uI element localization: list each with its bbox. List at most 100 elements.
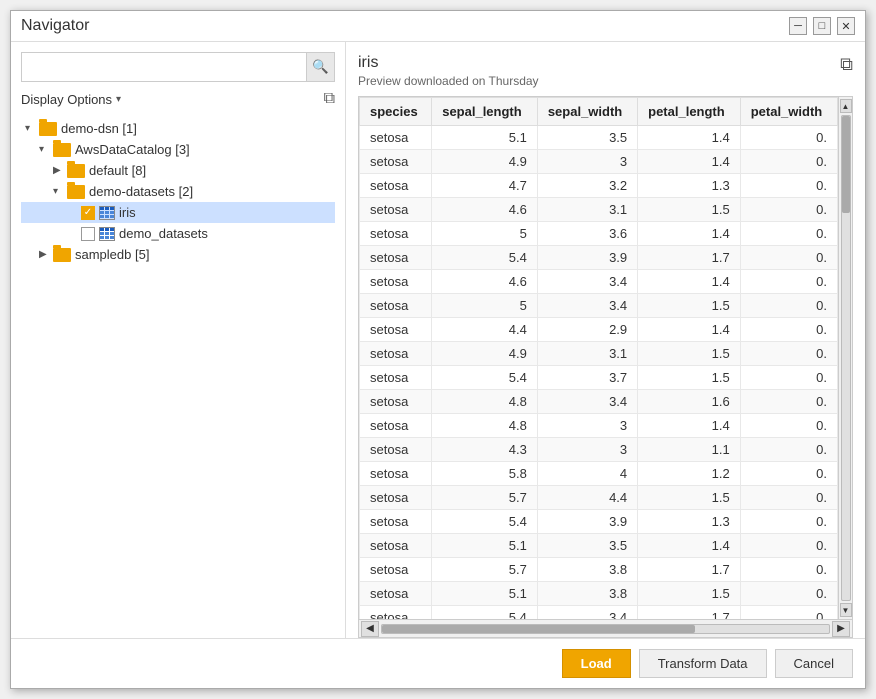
folder-icon — [53, 248, 71, 262]
table-row[interactable]: setosa5.841.20. — [360, 462, 838, 486]
display-options-button[interactable]: Display Options ▾ — [21, 92, 121, 107]
table-row[interactable]: setosa5.43.91.30. — [360, 510, 838, 534]
vertical-scrollbar[interactable]: ▲ ▼ — [838, 97, 852, 619]
table-row[interactable]: setosa4.331.10. — [360, 438, 838, 462]
scroll-up-arrow[interactable]: ▲ — [840, 99, 852, 113]
close-button[interactable]: ✕ — [837, 17, 855, 35]
table-cell: 3.4 — [537, 270, 637, 294]
table-cell: 1.7 — [638, 606, 741, 620]
demo-datasets-checkbox[interactable] — [81, 227, 95, 241]
preview-title: iris — [358, 54, 539, 72]
table-cell: 1.5 — [638, 342, 741, 366]
cancel-button[interactable]: Cancel — [775, 649, 853, 678]
table-cell: 0. — [740, 318, 837, 342]
table-header-row: speciessepal_lengthsepal_widthpetal_leng… — [360, 98, 838, 126]
table-row[interactable]: setosa53.61.40. — [360, 222, 838, 246]
folder-icon — [67, 164, 85, 178]
table-cell: 5.4 — [432, 510, 538, 534]
right-panel: iris Preview downloaded on Thursday ⧉ sp… — [346, 42, 865, 638]
data-table-scroll[interactable]: speciessepal_lengthsepal_widthpetal_leng… — [359, 97, 838, 619]
table-cell: 4.4 — [537, 486, 637, 510]
table-cell: 0. — [740, 222, 837, 246]
table-row[interactable]: setosa5.13.51.40. — [360, 126, 838, 150]
table-cell: setosa — [360, 486, 432, 510]
search-button[interactable]: 🔍 — [306, 53, 334, 81]
table-row[interactable]: setosa4.42.91.40. — [360, 318, 838, 342]
scroll-track[interactable] — [841, 115, 851, 601]
tree-item-demo-datasets[interactable]: ▾ demo-datasets [2] — [21, 181, 335, 202]
tree-label: iris — [119, 205, 136, 220]
table-cell: 1.5 — [638, 582, 741, 606]
table-cell: 0. — [740, 582, 837, 606]
table-cell: 5.4 — [432, 246, 538, 270]
footer: Load Transform Data Cancel — [11, 638, 865, 688]
table-row[interactable]: setosa4.63.41.40. — [360, 270, 838, 294]
chevron-icon: ▾ — [25, 123, 39, 134]
table-row[interactable]: setosa53.41.50. — [360, 294, 838, 318]
transform-data-button[interactable]: Transform Data — [639, 649, 767, 678]
table-cell: 1.7 — [638, 246, 741, 270]
table-row[interactable]: setosa4.831.40. — [360, 414, 838, 438]
scroll-left-arrow[interactable]: ◀ — [361, 621, 379, 637]
table-cell: 1.2 — [638, 462, 741, 486]
preview-subtitle: Preview downloaded on Thursday — [358, 74, 539, 88]
table-cell: setosa — [360, 462, 432, 486]
load-button[interactable]: Load — [562, 649, 631, 678]
tree-item-demo-dsn[interactable]: ▾ demo-dsn [1] — [21, 118, 335, 139]
table-row[interactable]: setosa4.63.11.50. — [360, 198, 838, 222]
table-row[interactable]: setosa5.43.91.70. — [360, 246, 838, 270]
table-row[interactable]: setosa4.73.21.30. — [360, 174, 838, 198]
maximize-button[interactable]: □ — [813, 17, 831, 35]
table-cell: 5 — [432, 222, 538, 246]
tree-item-default[interactable]: ▶ default [8] — [21, 160, 335, 181]
tree-item-AwsDataCatalog[interactable]: ▾ AwsDataCatalog [3] — [21, 139, 335, 160]
table-cell: 5.4 — [432, 606, 538, 620]
chevron-down-icon: ▾ — [116, 94, 121, 105]
scroll-right-arrow[interactable]: ▶ — [832, 621, 850, 637]
table-row[interactable]: setosa4.83.41.60. — [360, 390, 838, 414]
tree-item-sampledb[interactable]: ▶ sampledb [5] — [21, 244, 335, 265]
table-icon — [99, 227, 115, 241]
search-input[interactable] — [22, 55, 306, 80]
table-row[interactable]: setosa5.43.71.50. — [360, 366, 838, 390]
table-row[interactable]: setosa5.74.41.50. — [360, 486, 838, 510]
chevron-right-icon: ▶ — [53, 165, 67, 176]
table-cell: 3.6 — [537, 222, 637, 246]
left-panel: 🔍 Display Options ▾ ⧉ ▾ demo-ds — [11, 42, 346, 638]
table-cell: 1.4 — [638, 150, 741, 174]
table-row[interactable]: setosa5.13.81.50. — [360, 582, 838, 606]
table-cell: setosa — [360, 222, 432, 246]
scroll-track[interactable] — [381, 624, 830, 634]
table-row[interactable]: setosa5.73.81.70. — [360, 558, 838, 582]
table-cell: 4.3 — [432, 438, 538, 462]
table-row[interactable]: setosa4.93.11.50. — [360, 342, 838, 366]
table-row[interactable]: setosa5.43.41.70. — [360, 606, 838, 620]
table-cell: 3.2 — [537, 174, 637, 198]
scroll-down-arrow[interactable]: ▼ — [840, 603, 852, 617]
table-cell: 0. — [740, 174, 837, 198]
tree-item-iris[interactable]: iris — [21, 202, 335, 223]
table-cell: 1.6 — [638, 390, 741, 414]
tree-label: sampledb [5] — [75, 247, 149, 262]
table-cell: 0. — [740, 342, 837, 366]
edit-preview-button[interactable]: ⧉ — [840, 54, 853, 75]
table-row[interactable]: setosa4.931.40. — [360, 150, 838, 174]
table-cell: 5.1 — [432, 126, 538, 150]
table-cell: setosa — [360, 606, 432, 620]
refresh-button[interactable]: ⧉ — [324, 90, 335, 108]
horizontal-scrollbar[interactable]: ◀ ▶ — [359, 619, 852, 637]
table-cell: setosa — [360, 510, 432, 534]
scroll-thumb — [842, 116, 850, 213]
table-row[interactable]: setosa5.13.51.40. — [360, 534, 838, 558]
table-cell: 1.4 — [638, 126, 741, 150]
table-cell: 0. — [740, 366, 837, 390]
table-cell: 3.1 — [537, 342, 637, 366]
window-title: Navigator — [21, 17, 89, 35]
folder-icon — [53, 143, 71, 157]
iris-checkbox[interactable] — [81, 206, 95, 220]
table-cell: 0. — [740, 510, 837, 534]
table-cell: 3.8 — [537, 582, 637, 606]
tree-item-demo_datasets[interactable]: demo_datasets — [21, 223, 335, 244]
chevron-icon: ▾ — [39, 144, 53, 155]
minimize-button[interactable]: ─ — [789, 17, 807, 35]
